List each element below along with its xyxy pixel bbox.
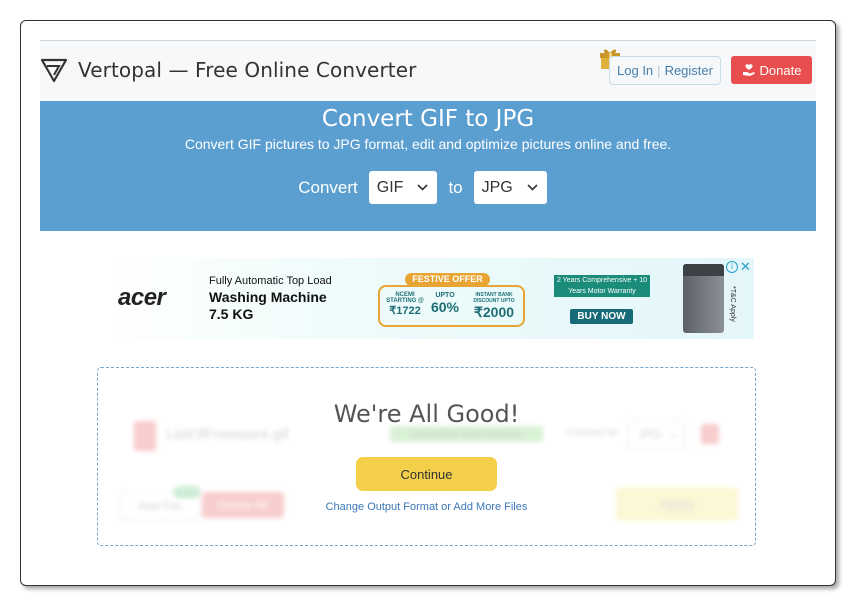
browser-frame: Vertopal — Free Online Converter Log In … — [20, 20, 836, 586]
site-header: Vertopal — Free Online Converter Log In … — [40, 40, 816, 101]
auth-separator: | — [657, 63, 661, 78]
page-subtitle: Convert GIF pictures to JPG format, edit… — [184, 136, 672, 152]
ad-brand-logo: acer — [118, 284, 166, 311]
format-selector-row: Convert GIF to JPG — [40, 171, 816, 204]
output-format-value: JPG — [638, 427, 662, 441]
chevron-down-icon: ⌄ — [669, 426, 680, 440]
ad-line-3: 7.5 KG — [209, 306, 254, 322]
upload-status-badge: Uploaded Successfully — [390, 426, 543, 442]
ad-offer: NCEMI STARTING @ ₹1722 — [386, 292, 424, 317]
from-format-select[interactable]: GIF — [368, 171, 438, 204]
to-format-select[interactable]: JPG — [473, 171, 547, 204]
ad-terms: *T&C Apply — [729, 286, 736, 322]
donate-button[interactable]: Donate — [731, 56, 812, 84]
site-brand-title[interactable]: Vertopal — Free Online Converter — [78, 58, 416, 82]
ad-offer-big: ₹1722 — [389, 305, 421, 317]
change-output-link[interactable]: Change Output Format or Add More Files — [98, 501, 755, 513]
auth-links: Log In | Register — [609, 56, 721, 85]
ad-offer: UPTO 60% — [428, 292, 462, 315]
continue-button[interactable]: Continue — [356, 457, 497, 491]
donate-label: Donate — [759, 62, 802, 78]
hand-heart-icon — [742, 64, 755, 76]
new-badge: NEW — [174, 486, 200, 498]
login-link[interactable]: Log In — [617, 63, 653, 78]
from-format-value: GIF — [376, 178, 404, 196]
ad-line-1: Fully Automatic Top Load — [209, 275, 332, 287]
status-heading: We're All Good! — [333, 400, 520, 428]
vertopal-logo-icon[interactable] — [40, 57, 68, 83]
ad-buy-now-button[interactable]: BUY NOW — [570, 309, 633, 324]
ad-offer-small: NCEMI STARTING @ — [386, 292, 424, 304]
ad-offer-big: 60% — [430, 299, 460, 315]
ad-info-icon[interactable]: i — [726, 261, 738, 273]
chevron-down-icon — [417, 184, 429, 191]
washing-machine-lid — [683, 264, 724, 276]
hero-banner: Convert GIF to JPG Convert GIF pictures … — [40, 101, 816, 231]
ad-offer-small: UPTO — [435, 292, 455, 299]
ad-offer: INSTANT BANK DISCOUNT UPTO ₹2000 — [468, 292, 520, 321]
ad-close-icon[interactable]: ✕ — [740, 259, 751, 275]
convert-label: Convert — [298, 177, 358, 197]
ad-offer-big: ₹2000 — [473, 304, 515, 320]
ad-offer-small: INSTANT BANK DISCOUNT UPTO — [473, 292, 515, 304]
to-label: to — [448, 177, 463, 197]
ad-warranty: 2 Years Comprehensive + 10 Years Motor W… — [554, 275, 650, 297]
ad-line-2: Washing Machine — [209, 289, 327, 305]
conversion-dropzone: ListOfFreeware.gif Uploaded Successfully… — [97, 367, 756, 546]
to-format-value: JPG — [481, 178, 513, 196]
file-name: ListOfFreeware.gif — [166, 426, 289, 443]
convert-to-label: Convert to — [567, 427, 618, 439]
advertisement-banner[interactable]: acer Fully Automatic Top Load Washing Ma… — [98, 258, 754, 339]
register-link[interactable]: Register — [665, 63, 713, 78]
page-title: Convert GIF to JPG — [321, 106, 535, 132]
ad-offer-box: NCEMI STARTING @ ₹1722 UPTO 60% INSTANT … — [378, 285, 525, 327]
chevron-down-icon — [527, 184, 538, 191]
